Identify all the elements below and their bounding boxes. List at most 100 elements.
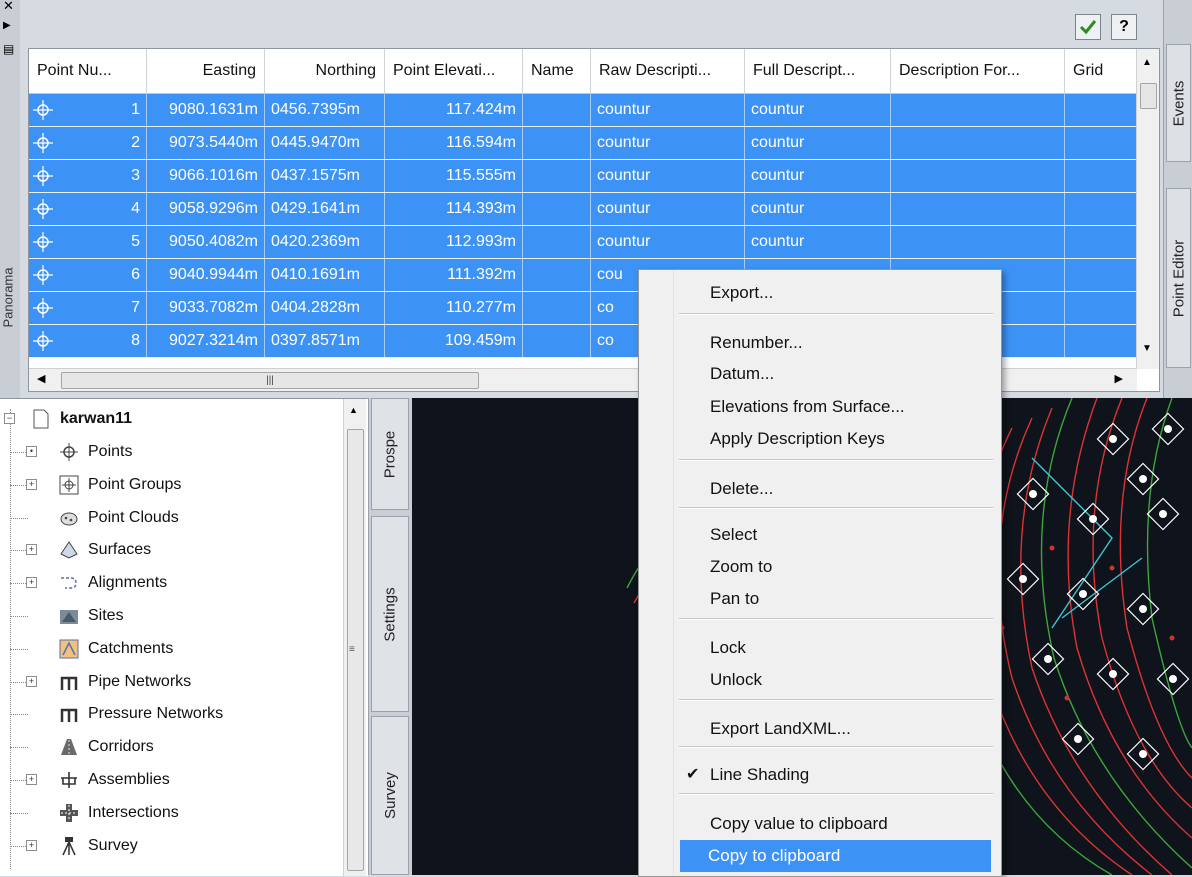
cell-full[interactable]: countur	[745, 94, 891, 126]
cell-raw[interactable]: countur	[591, 160, 745, 192]
cell-fmt[interactable]	[891, 193, 1065, 225]
tab-prospector[interactable]: Prospe	[371, 398, 409, 510]
menu-item-pan-to[interactable]: Pan to	[642, 583, 996, 615]
cell-raw[interactable]: countur	[591, 226, 745, 258]
cell-full[interactable]: countur	[745, 160, 891, 192]
cell-northing[interactable]: 0437.1575m	[265, 160, 385, 192]
cell-northing[interactable]: 0404.2828m	[265, 292, 385, 324]
cell-point-number[interactable]: 5	[29, 226, 147, 258]
cell-point-number[interactable]: 3	[29, 160, 147, 192]
cell-full[interactable]: countur	[745, 127, 891, 159]
apply-button[interactable]	[1075, 14, 1101, 40]
menu-item-select[interactable]: Select	[642, 519, 996, 551]
tree-item-point-groups[interactable]: + Point Groups	[26, 470, 181, 500]
menu-item-lock[interactable]: Lock	[642, 632, 996, 664]
cell-full[interactable]: countur	[745, 193, 891, 225]
cell-grid[interactable]	[1065, 94, 1137, 126]
menu-item-export-landxml[interactable]: Export LandXML...	[642, 713, 996, 745]
expand-toggle-icon[interactable]: +	[26, 478, 37, 490]
cell-point-number[interactable]: 2	[29, 127, 147, 159]
cell-grid[interactable]	[1065, 127, 1137, 159]
tree-item-intersections[interactable]: Intersections	[58, 798, 179, 828]
cell-fmt[interactable]	[891, 94, 1065, 126]
cell-northing[interactable]: 0456.7395m	[265, 94, 385, 126]
cell-fmt[interactable]	[891, 226, 1065, 258]
cell-northing[interactable]: 0420.2369m	[265, 226, 385, 258]
expand-toggle-icon[interactable]: +	[26, 544, 37, 556]
properties-icon[interactable]: ▤	[3, 42, 14, 56]
tree-item-pipe-networks[interactable]: + Pipe Networks	[26, 667, 191, 697]
scroll-right-icon[interactable]: ▶	[1115, 372, 1123, 385]
col-northing[interactable]: Northing	[265, 49, 385, 93]
menu-item-unlock[interactable]: Unlock	[642, 664, 996, 696]
cell-elev[interactable]: 109.459m	[385, 325, 523, 357]
menu-item-delete[interactable]: Delete...	[642, 473, 996, 505]
cell-easting[interactable]: 9058.9296m	[147, 193, 265, 225]
cell-point-number[interactable]: 1	[29, 94, 147, 126]
cell-name[interactable]	[523, 160, 591, 192]
cell-full[interactable]: countur	[745, 226, 891, 258]
cell-elev[interactable]: 117.424m	[385, 94, 523, 126]
cell-grid[interactable]	[1065, 259, 1137, 291]
expand-arrow-icon[interactable]: ▶	[3, 20, 11, 31]
tab-settings[interactable]: Settings	[371, 516, 409, 712]
help-button[interactable]: ?	[1111, 14, 1137, 40]
expand-toggle-icon[interactable]: +	[26, 839, 37, 851]
cell-elev[interactable]: 116.594m	[385, 127, 523, 159]
col-point-number[interactable]: Point Nu...	[29, 49, 147, 93]
cell-easting[interactable]: 9033.7082m	[147, 292, 265, 324]
cell-elev[interactable]: 115.555m	[385, 160, 523, 192]
menu-item-zoom-to[interactable]: Zoom to	[642, 551, 996, 583]
cell-elev[interactable]: 110.277m	[385, 292, 523, 324]
cell-point-number[interactable]: 8	[29, 325, 147, 357]
grid-vertical-scrollbar[interactable]: ▲ ▼	[1136, 49, 1159, 369]
menu-item-export[interactable]: Export...	[642, 277, 996, 309]
menu-item-datum[interactable]: Datum...	[642, 358, 996, 390]
tree-item-points[interactable]: • Points	[26, 437, 132, 467]
cell-name[interactable]	[523, 193, 591, 225]
tree-item-assemblies[interactable]: + Assemblies	[26, 765, 170, 795]
cell-northing[interactable]: 0445.9470m	[265, 127, 385, 159]
expand-toggle-icon[interactable]: +	[26, 675, 37, 687]
expand-toggle-icon[interactable]: +	[26, 577, 37, 589]
cell-raw[interactable]: countur	[591, 193, 745, 225]
collapse-icon[interactable]: ✕	[3, 0, 14, 14]
cell-northing[interactable]: 0397.8571m	[265, 325, 385, 357]
col-description-format[interactable]: Description For...	[891, 49, 1065, 93]
tree-root[interactable]: − karwan11	[4, 404, 132, 434]
cell-point-number[interactable]: 4	[29, 193, 147, 225]
cell-grid[interactable]	[1065, 193, 1137, 225]
cell-grid[interactable]	[1065, 160, 1137, 192]
cell-elev[interactable]: 114.393m	[385, 193, 523, 225]
cell-easting[interactable]: 9066.1016m	[147, 160, 265, 192]
tree-item-sites[interactable]: Sites	[58, 601, 124, 631]
scroll-left-icon[interactable]: ◀	[37, 372, 45, 385]
collapse-toggle-icon[interactable]: −	[4, 413, 15, 424]
cell-easting[interactable]: 9050.4082m	[147, 226, 265, 258]
table-row[interactable]: 1 9080.1631m 0456.7395m 117.424m countur coun…	[29, 94, 1137, 127]
tree-item-point-clouds[interactable]: Point Clouds	[58, 503, 179, 533]
cell-name[interactable]	[523, 226, 591, 258]
tab-survey[interactable]: Survey	[371, 716, 409, 875]
cell-point-number[interactable]: 6	[29, 259, 147, 291]
cell-grid[interactable]	[1065, 325, 1137, 357]
col-point-elevation[interactable]: Point Elevati...	[385, 49, 523, 93]
col-grid[interactable]: Grid	[1065, 49, 1137, 93]
tree-item-survey[interactable]: + Survey	[26, 831, 138, 861]
cell-name[interactable]	[523, 292, 591, 324]
table-row[interactable]: 5 9050.4082m 0420.2369m 112.993m countur coun…	[29, 226, 1137, 259]
cell-elev[interactable]: 112.993m	[385, 226, 523, 258]
scroll-up-icon[interactable]: ▲	[1142, 57, 1152, 68]
cell-grid[interactable]	[1065, 226, 1137, 258]
scroll-thumb-horizontal[interactable]: |||	[61, 372, 479, 389]
cell-name[interactable]	[523, 325, 591, 357]
expand-toggle-icon[interactable]: •	[26, 446, 37, 457]
menu-item-elevations-from-surface[interactable]: Elevations from Surface...	[642, 391, 996, 423]
cell-fmt[interactable]	[891, 127, 1065, 159]
menu-item-line-shading[interactable]: ✔ Line Shading	[642, 759, 996, 791]
cell-name[interactable]	[523, 127, 591, 159]
table-row[interactable]: 2 9073.5440m 0445.9470m 116.594m countur coun…	[29, 127, 1137, 160]
cell-northing[interactable]: 0429.1641m	[265, 193, 385, 225]
cell-point-number[interactable]: 7	[29, 292, 147, 324]
menu-item-copy-to-clipboard[interactable]: Copy to clipboard	[680, 840, 991, 872]
